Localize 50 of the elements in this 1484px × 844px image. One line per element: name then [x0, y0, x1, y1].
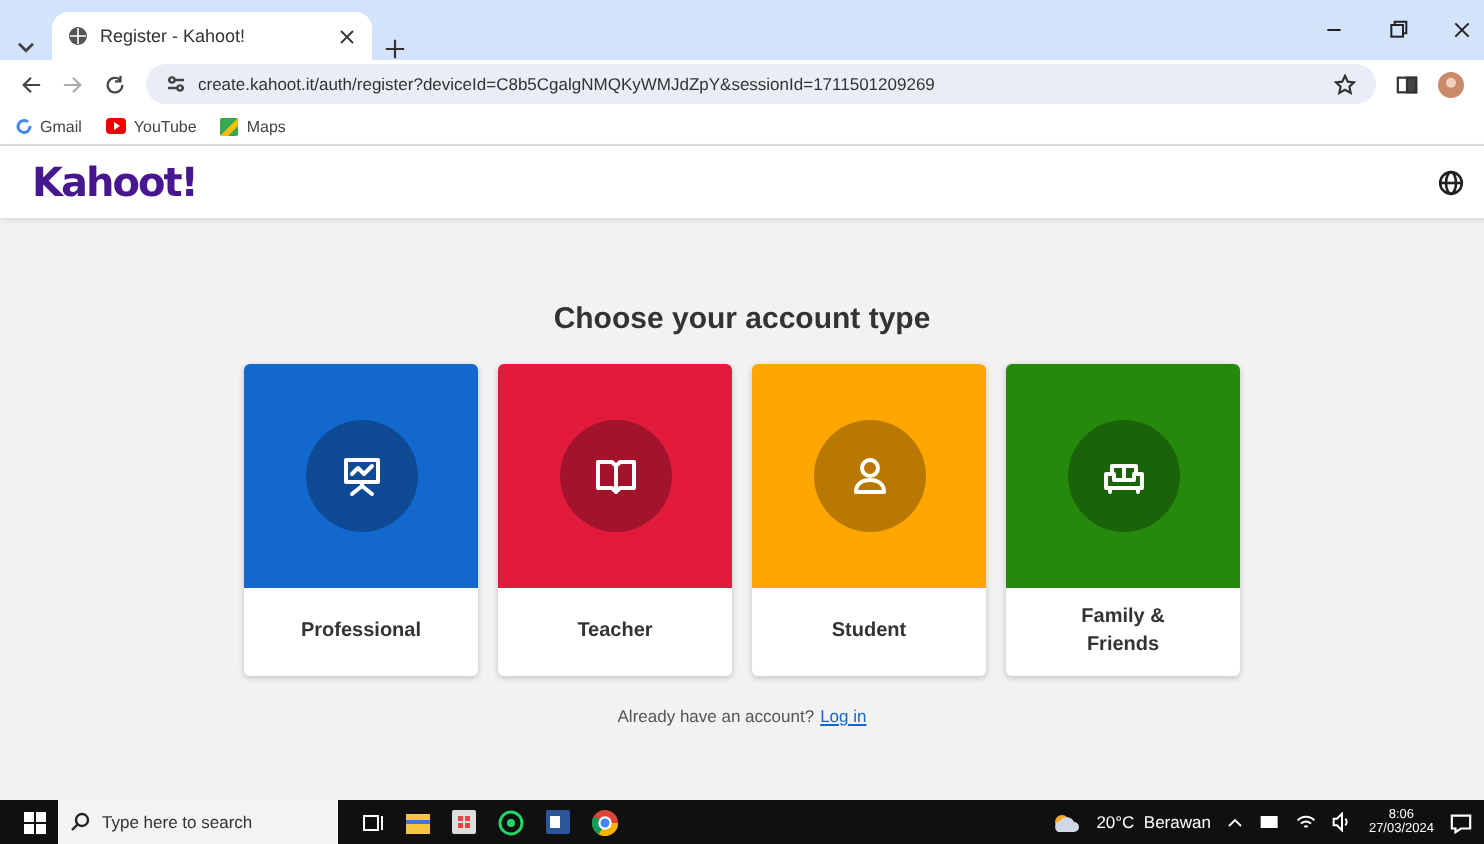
card-label: Family & Friends [1079, 604, 1167, 660]
browser-tab[interactable]: Register - Kahoot! [52, 12, 372, 60]
search-icon [70, 812, 90, 832]
presentation-icon [339, 454, 383, 498]
book-icon [593, 454, 637, 498]
login-link[interactable]: Log in [820, 706, 867, 726]
cloud-icon [1052, 812, 1081, 832]
back-icon[interactable] [20, 73, 42, 95]
store-icon[interactable] [452, 810, 476, 834]
card-label: Student [829, 618, 909, 646]
chevron-up-icon[interactable] [1226, 813, 1245, 831]
globe-icon [68, 26, 88, 46]
notification-icon[interactable] [1450, 811, 1472, 833]
google-icon [16, 118, 32, 134]
star-icon[interactable] [1334, 73, 1356, 95]
logo[interactable]: Kahoot! [32, 158, 197, 206]
map-icon [220, 117, 239, 135]
site-settings-icon [166, 74, 186, 94]
account-type-card[interactable]: Teacher [498, 364, 732, 676]
login-prompt: Already have an account? [617, 706, 815, 726]
speaker-icon[interactable] [1332, 812, 1353, 832]
chat-icon[interactable] [498, 809, 524, 835]
reload-icon[interactable] [104, 73, 126, 95]
account-type-card[interactable]: Professional [244, 364, 478, 676]
bookmark-link[interactable]: Gmail [40, 117, 82, 135]
taskbar-search-field[interactable]: Type here to search [58, 800, 338, 844]
account-type-card[interactable]: Family & Friends [1006, 364, 1240, 676]
side-panel-icon[interactable] [1396, 73, 1418, 95]
browser-icon[interactable] [592, 809, 618, 835]
avatar-icon[interactable] [1438, 71, 1464, 97]
close-icon[interactable] [338, 27, 356, 45]
folder-icon[interactable] [406, 811, 430, 833]
close-icon[interactable] [1452, 20, 1472, 40]
battery-icon[interactable] [1260, 812, 1281, 832]
bookmark-link[interactable]: YouTube [133, 117, 197, 135]
card-label: Professional [298, 618, 424, 646]
new-tab-icon[interactable] [384, 38, 406, 60]
weather-text[interactable]: 20°C Berawan [1096, 812, 1211, 832]
wifi-icon[interactable] [1296, 812, 1317, 832]
globe-icon[interactable] [1438, 169, 1464, 195]
card-label: Teacher [575, 618, 655, 646]
bookmark-link[interactable]: Maps [246, 117, 286, 135]
restore-icon[interactable] [1388, 20, 1408, 40]
account-type-card[interactable]: Student [752, 364, 986, 676]
task-view-icon[interactable] [362, 811, 384, 833]
word-icon[interactable] [546, 810, 570, 834]
page-title: Choose your account type [553, 302, 931, 336]
windows-start-icon[interactable] [24, 811, 46, 833]
youtube-icon [105, 118, 126, 134]
address-bar[interactable]: create.kahoot.it/auth/register?deviceId=C8b5CgalgNMQKyWMJdZpY&sessionId=1711501209269 [146, 64, 1376, 104]
